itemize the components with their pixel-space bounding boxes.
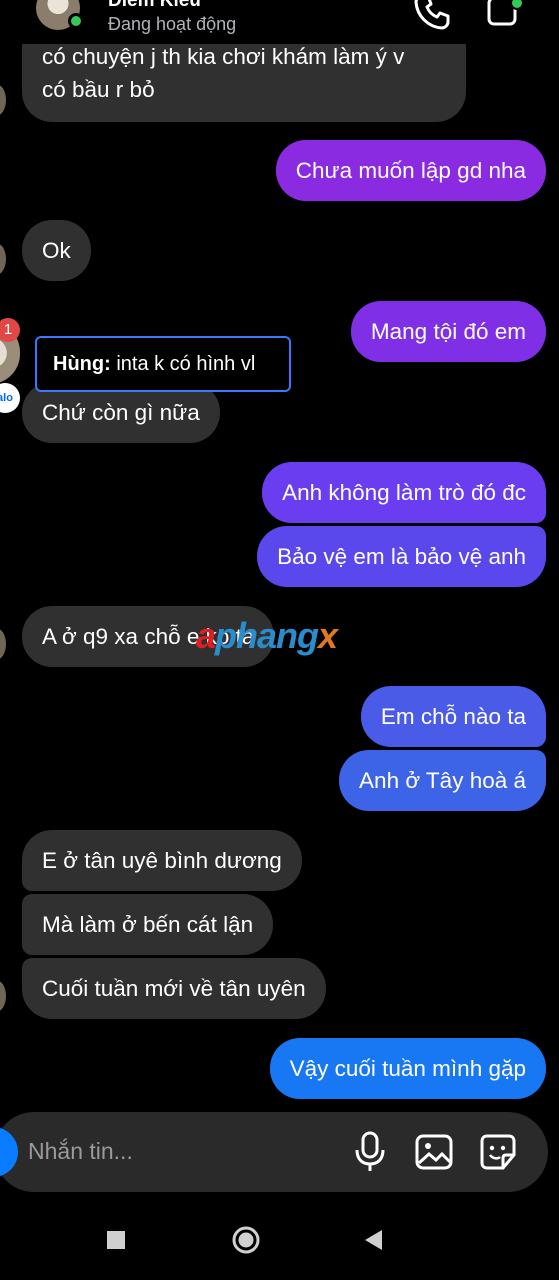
incoming-message[interactable]: Cuối tuần mới về tân uyên (22, 958, 326, 1019)
outgoing-message[interactable]: Anh ở Tây hoà á (339, 750, 546, 811)
recent-apps-icon[interactable] (98, 1222, 134, 1258)
incoming-message[interactable]: E ở tân uyê bình dương (22, 830, 302, 891)
message-input[interactable]: Nhắn tin... (28, 1138, 133, 1165)
incoming-message[interactable]: có chuyện j th kia chơi khám làm ý v có … (22, 44, 466, 122)
outgoing-message[interactable]: Anh không làm trò đó đc (262, 462, 546, 523)
chat-header: Diem Kieu Đang hoạt động (0, 0, 559, 48)
preview-text: inta k có hình vl (110, 353, 256, 375)
back-icon[interactable] (356, 1222, 392, 1258)
app-chip-icon: alo (0, 383, 20, 413)
sender-avatar (0, 84, 6, 116)
outgoing-message[interactable]: Em chỗ nào ta (360, 686, 546, 747)
incoming-message[interactable]: Mà làm ở bến cát lận (22, 894, 274, 955)
home-icon[interactable] (228, 1222, 264, 1258)
preview-sender: Hùng: (53, 353, 111, 375)
sender-avatar (0, 980, 6, 1012)
phone-icon[interactable] (412, 0, 452, 32)
contact-name[interactable]: Diem Kieu (108, 0, 201, 12)
watermark-logo: aphangx (196, 615, 338, 656)
outgoing-message[interactable]: Chưa muốn lập gd nha (275, 140, 546, 201)
system-nav-bar (0, 1192, 559, 1280)
contact-status: Đang hoạt động (108, 14, 237, 34)
message-text: có bầu r bỏ (42, 77, 155, 102)
online-status-dot (68, 13, 84, 29)
outgoing-message[interactable]: Bảo vệ em là bảo vệ anh (257, 526, 546, 587)
sender-avatar (0, 628, 6, 660)
sender-avatar (0, 243, 6, 275)
chat-head-preview[interactable]: Hùng: inta k có hình vl (35, 336, 291, 392)
incoming-message[interactable]: Ok (22, 220, 91, 281)
sticker-icon[interactable] (478, 1130, 518, 1174)
mic-icon[interactable] (350, 1130, 390, 1174)
outgoing-message[interactable]: Mang tội đó em (350, 301, 546, 362)
image-icon[interactable] (414, 1130, 454, 1174)
outgoing-message[interactable]: Vậy cuối tuần mình gặp (269, 1038, 546, 1099)
